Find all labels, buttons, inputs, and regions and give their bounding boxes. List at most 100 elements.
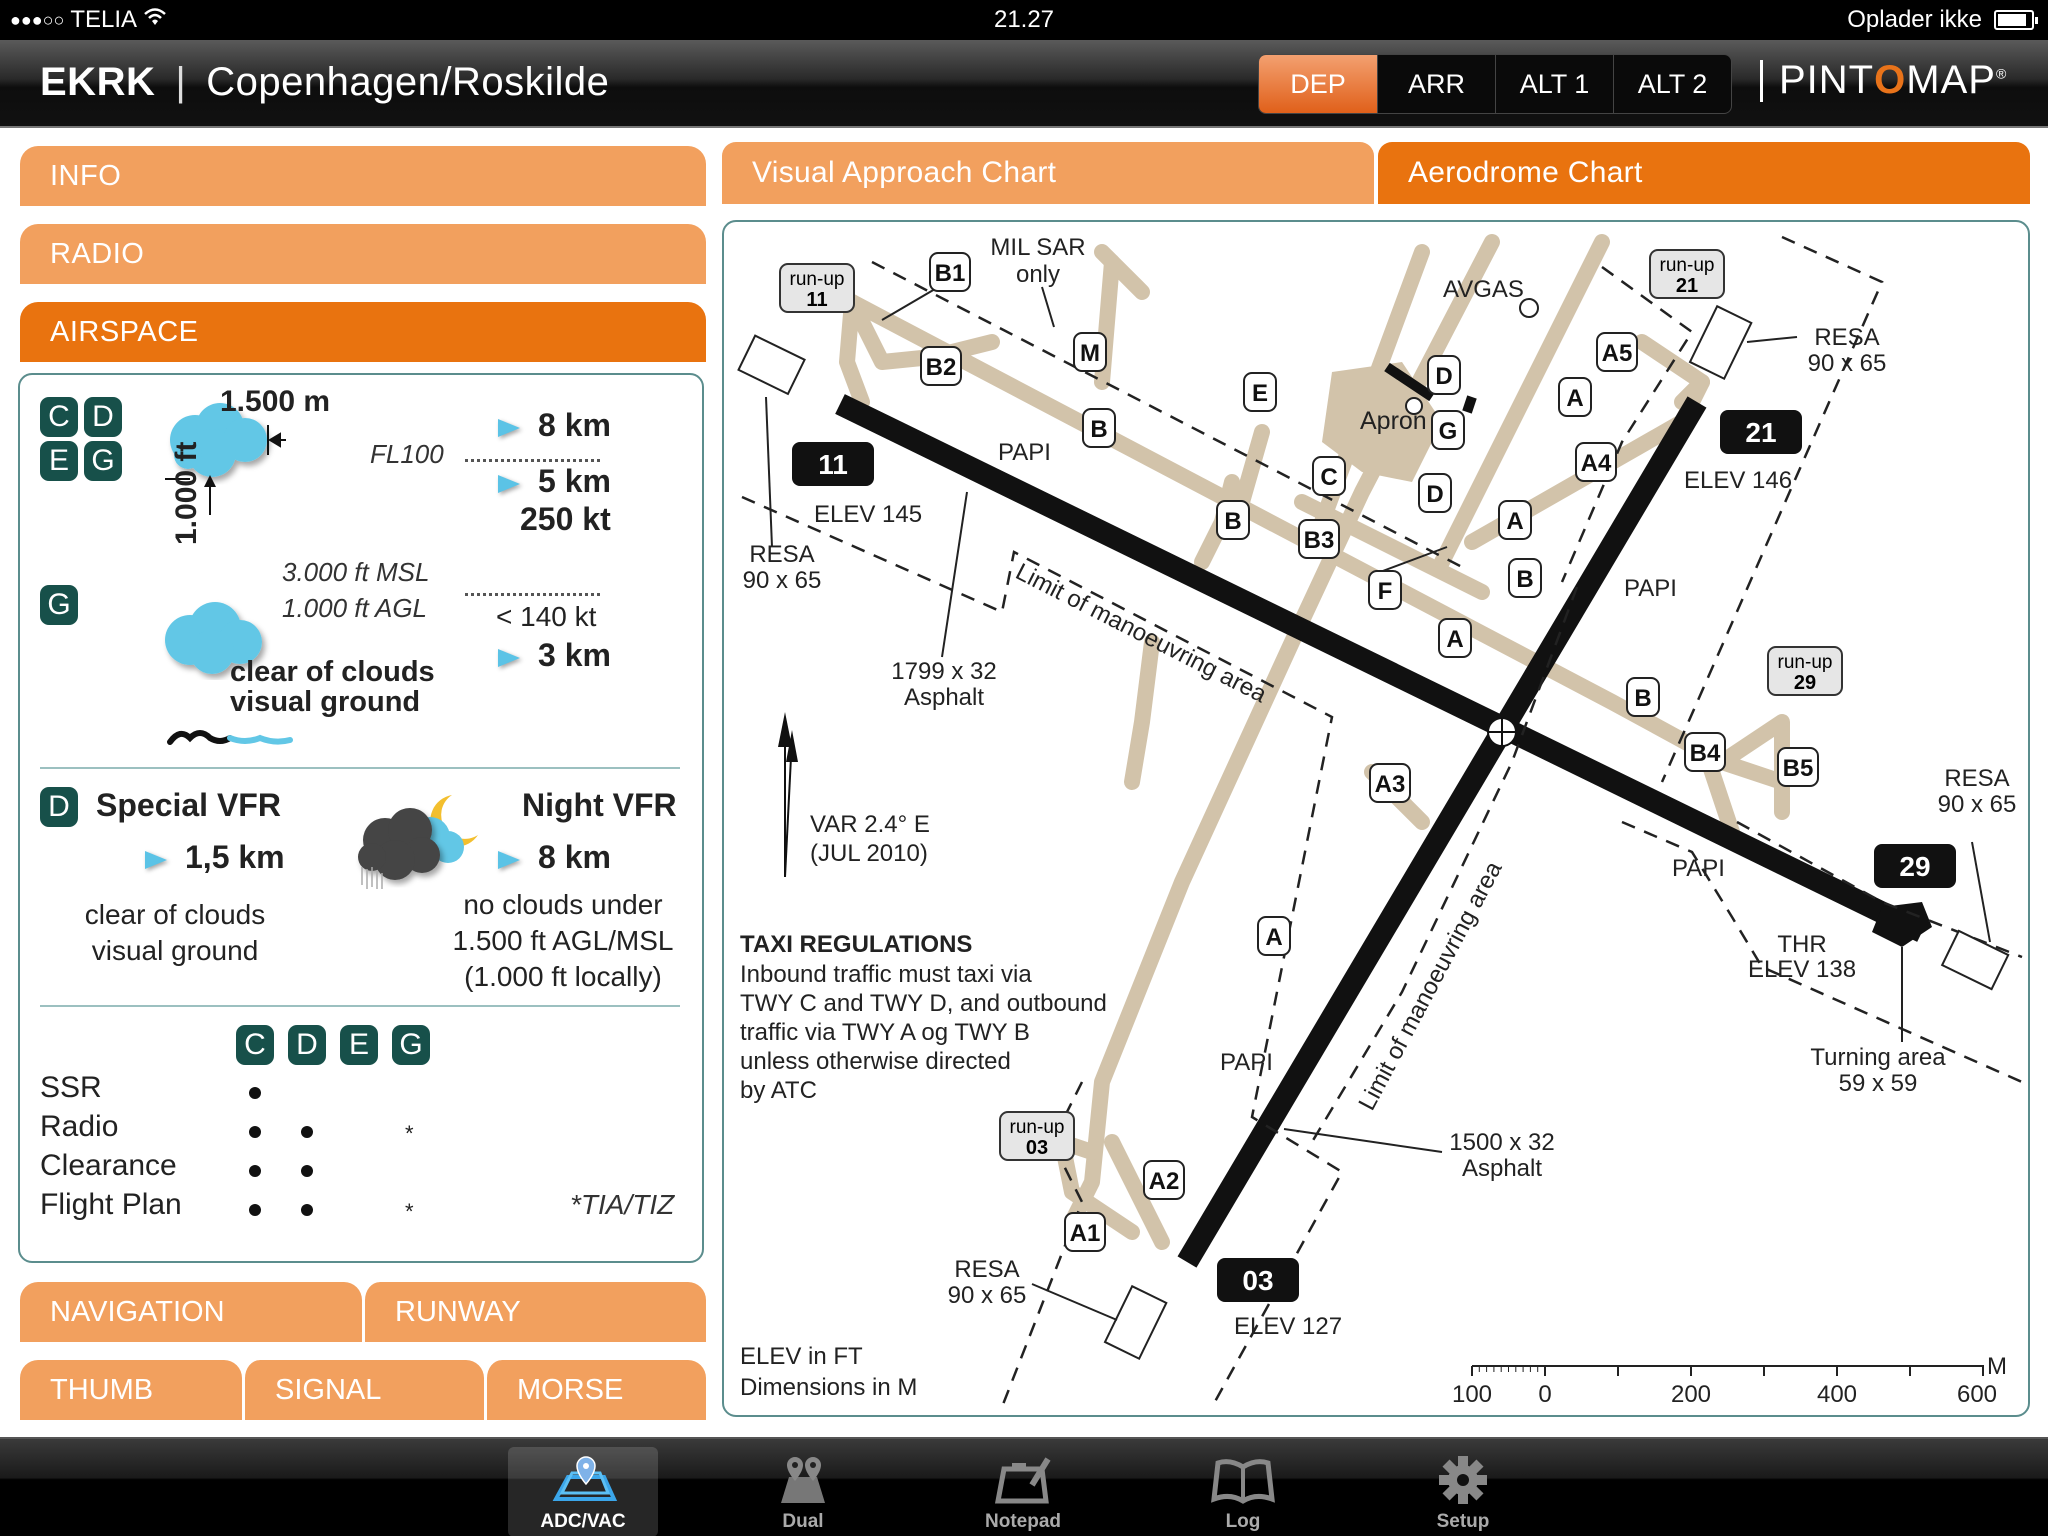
turning-area-dims: 59 x 59 (1839, 1070, 1918, 1097)
svg-text:A4: A4 (1581, 450, 1612, 477)
menu-signal[interactable]: SIGNAL (242, 1360, 484, 1420)
elev-29-label: ELEV 138 (1748, 956, 1856, 983)
taxiway-label-a: A (1498, 500, 1532, 540)
horizontal-clearance: 1.500 m (220, 385, 331, 418)
menu-runway[interactable]: RUNWAY (362, 1282, 706, 1342)
resa-label-29: RESA (1944, 765, 2009, 792)
taxiways (839, 234, 1790, 1250)
scale-unit: M (1987, 1353, 2007, 1380)
segment-dep[interactable]: DEP (1259, 55, 1377, 113)
segment-alt2[interactable]: ALT 2 (1613, 55, 1731, 113)
rwy-11-surface: Asphalt (904, 684, 984, 711)
tab-aerodrome-chart[interactable]: Aerodrome Chart (1378, 142, 2030, 204)
night-cloud-icon (358, 795, 478, 889)
svg-text:B: B (1090, 416, 1107, 443)
svfr-line-1: clear of clouds (84, 899, 266, 930)
svg-text:C: C (1320, 464, 1337, 491)
mag-var-label: VAR 2.4° E (810, 811, 930, 838)
fl100-dotted-line (465, 459, 600, 462)
special-vfr-conditions: clear of clouds visual ground (60, 897, 290, 969)
thr-label-29: THR (1777, 931, 1826, 958)
svg-text:A3: A3 (1375, 771, 1406, 798)
resa-dims-21: 90 x 65 (1808, 350, 1887, 377)
tab-log[interactable]: Log (1168, 1447, 1318, 1537)
taxiway-label-a1: A1 (1064, 1212, 1106, 1252)
resa-box-21 (1688, 304, 1753, 380)
svg-text:A: A (1446, 626, 1463, 653)
airport-role-segmented-control: DEP ARR ALT 1 ALT 2 (1258, 54, 1732, 114)
elev-03-label: ELEV 127 (1234, 1313, 1342, 1340)
tab-label: Log (1225, 1511, 1261, 1532)
runup-21: run-up21 (1649, 249, 1725, 299)
req-header-g: G (392, 1025, 430, 1065)
vis-above-fl100: 8 km (498, 407, 611, 444)
svg-text:F: F (1378, 578, 1393, 605)
svg-text:B3: B3 (1304, 527, 1335, 554)
runup-03: run-up03 (999, 1111, 1075, 1161)
visibility-icon (498, 418, 520, 437)
runway-designator-29: 29 (1874, 844, 1956, 888)
svg-text:B4: B4 (1690, 740, 1721, 767)
menu-morse[interactable]: MORSE (484, 1360, 706, 1420)
menu-radio[interactable]: RADIO (20, 224, 706, 284)
svg-text:A2: A2 (1149, 1168, 1180, 1195)
runup-label: run-up (790, 269, 845, 290)
menu-row-1: NAVIGATION RUNWAY (20, 1282, 706, 1342)
aerodrome-chart[interactable]: 11 21 29 03 run-up 11 run-up 21 run-up 29 r… (722, 220, 2030, 1417)
svfr-vis-value: 1,5 km (185, 839, 285, 875)
segment-arr[interactable]: ARR (1377, 55, 1495, 113)
menu-navigation[interactable]: NAVIGATION (20, 1282, 362, 1342)
brand-text-prefix: PINT (1779, 58, 1875, 102)
scale-tick-label: 200 (1671, 1381, 1711, 1408)
menu-airspace[interactable]: AIRSPACE (20, 302, 706, 362)
special-vfr-vis: 1,5 km (145, 839, 285, 876)
taxiway-label-a4: A4 (1575, 442, 1617, 482)
svg-text:A: A (1566, 385, 1583, 412)
tab-setup[interactable]: Setup (1388, 1447, 1538, 1537)
tab-adc-vac[interactable]: ADC/VAC (508, 1447, 658, 1537)
req-row-radio: Radio (40, 1110, 119, 1143)
taxiway-label-d: D (1427, 355, 1461, 395)
scale-tick-label: 400 (1817, 1381, 1857, 1408)
req-header-d: D (288, 1025, 326, 1065)
resa-box-29 (1940, 929, 2010, 991)
tab-visual-approach-chart[interactable]: Visual Approach Chart (722, 142, 1374, 204)
req-mark (249, 1087, 261, 1099)
req-mark (249, 1165, 261, 1177)
class-badge-d: D (84, 397, 122, 437)
class-badge-d-svfr: D (40, 787, 78, 827)
svg-text:D: D (1435, 363, 1452, 390)
tab-label: ADC/VAC (540, 1511, 626, 1532)
elev-21-label: ELEV 146 (1684, 467, 1792, 494)
night-vfr-vis: 8 km (498, 839, 611, 876)
scale-tick-label: 0 (1538, 1381, 1551, 1408)
mag-var-date: (JUL 2010) (810, 840, 928, 867)
menu-thumb[interactable]: THUMB (20, 1360, 242, 1420)
special-vfr-title: Special VFR (96, 787, 281, 823)
scale-labels: 100 0 200 400 600 M (1452, 1353, 2007, 1408)
runup-label: run-up (1010, 1117, 1065, 1138)
svg-text:B1: B1 (935, 260, 966, 287)
taxiway-label-e: E (1243, 372, 1277, 412)
avgas-label: AVGAS (1443, 276, 1524, 303)
menu-info[interactable]: INFO (20, 146, 706, 206)
resa-box-03 (1103, 1284, 1168, 1360)
rwy-11-dims: 1799 x 32 (891, 658, 996, 685)
taxiway-label-a: A (1257, 916, 1291, 956)
rwy-21-label: 21 (1745, 417, 1776, 448)
night-vfr-conditions: no clouds under 1.500 ft AGL/MSL (1.000 … (418, 887, 708, 995)
svg-text:B: B (1516, 566, 1533, 593)
rwy-29-label: 29 (1899, 851, 1930, 882)
taxiway-label-b4: B4 (1684, 732, 1726, 772)
speed-limit: 250 kt (520, 501, 611, 537)
footnote-tia-tiz: *TIA/TIZ (570, 1189, 675, 1220)
airport-code: EKRK (40, 60, 156, 104)
tab-dual[interactable]: Dual (728, 1447, 878, 1537)
resa-label-11: RESA (749, 541, 814, 568)
segment-alt1[interactable]: ALT 1 (1495, 55, 1613, 113)
airport-name: Copenhagen/Roskilde (206, 60, 610, 104)
up-arrow-icon (204, 475, 216, 515)
svg-text:A: A (1265, 924, 1282, 951)
vis-below-fl100: 5 km (498, 463, 611, 500)
tab-notepad[interactable]: Notepad (948, 1447, 1098, 1537)
